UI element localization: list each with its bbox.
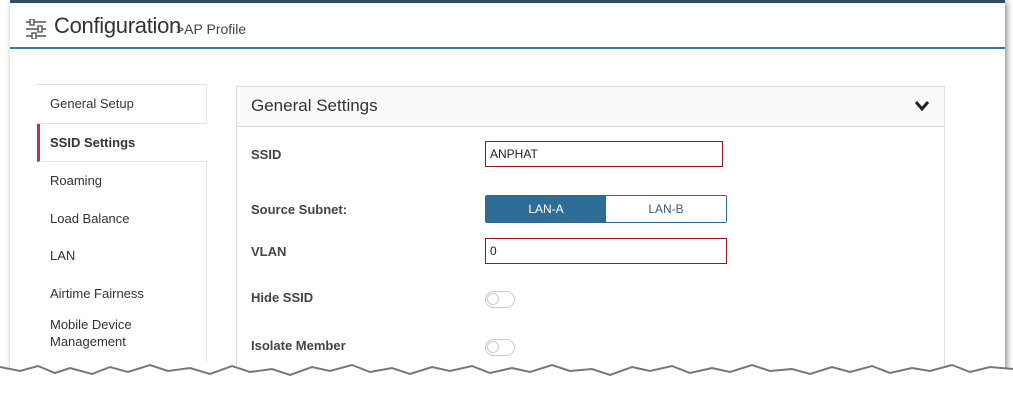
toggle-knob [487,341,499,353]
ssid-label: SSID [251,147,282,162]
sidebar-nav: General Setup SSID Settings Roaming Load… [37,84,207,362]
sidebar-item-label: Load Balance [50,210,130,226]
panel-title: General Settings [251,96,378,115]
sidebar-item-load-balance[interactable]: Load Balance [37,199,207,237]
isolate-member-toggle[interactable] [485,339,515,356]
hide-ssid-toggle[interactable] [485,291,515,308]
sliders-icon [26,19,46,39]
ssid-input[interactable] [485,141,723,167]
sidebar-item-label: Airtime Fairness [50,285,144,301]
isolate-member-label: Isolate Member [251,338,346,353]
toggle-knob [487,293,499,305]
vlan-input[interactable] [485,238,727,264]
lan-a-option[interactable]: LAN-A [486,196,606,222]
page-header: Configuration >AP Profile [10,3,1005,49]
breadcrumb: >AP Profile [176,21,247,37]
panel-header[interactable]: General Settings [237,87,944,127]
source-subnet-label: Source Subnet: [251,202,348,217]
sidebar-item-label: General Setup [50,96,134,112]
hide-ssid-label: Hide SSID [251,290,314,305]
sidebar-item-lan[interactable]: LAN [37,237,207,275]
page-title: Configuration [54,13,181,38]
sidebar-item-airtime-fairness[interactable]: Airtime Fairness [37,274,207,312]
sidebar-item-label: SSID Settings [50,134,136,150]
sidebar-item-ssid-settings[interactable]: SSID Settings [37,123,207,162]
app-window: Configuration >AP Profile General Setup … [10,0,1005,399]
lan-b-option[interactable]: LAN-B [606,196,726,222]
source-subnet-selector: LAN-A LAN-B [485,195,727,223]
sidebar-item-label: Mobile Device Management [50,317,132,349]
sidebar-item-roaming[interactable]: Roaming [37,162,207,200]
sidebar-item-mobile-device-management[interactable]: Mobile Device Management [37,312,207,362]
sidebar-item-general-setup[interactable]: General Setup [37,84,207,124]
sidebar-item-label: LAN [50,248,76,264]
sidebar-item-label: Roaming [50,173,103,189]
general-settings-panel: General Settings SSID Source Subnet: LAN… [236,86,945,399]
torn-edge-decoration [0,363,1013,399]
vlan-label: VLAN [251,244,287,259]
chevron-down-icon[interactable] [914,100,930,112]
